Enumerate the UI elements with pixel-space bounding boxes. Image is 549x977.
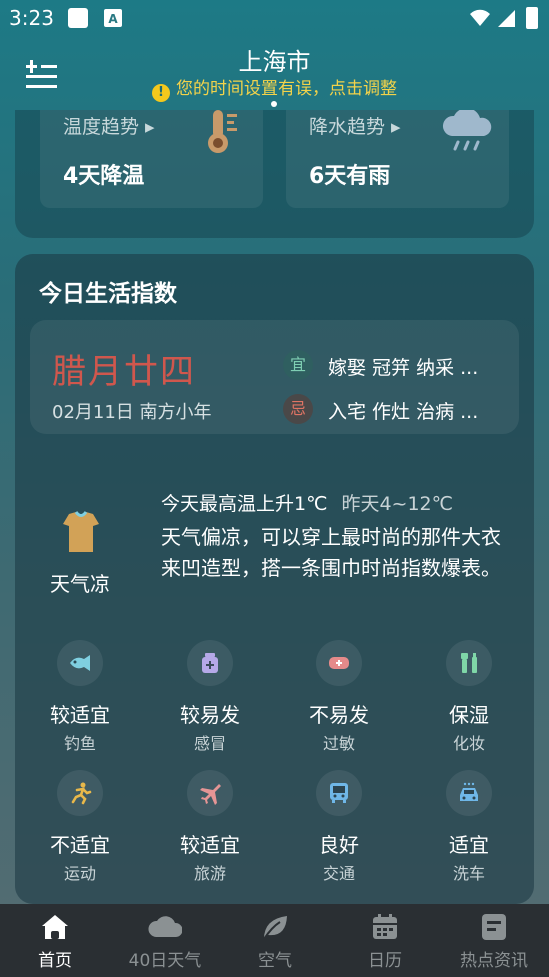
index-name: 过敏: [322, 734, 355, 753]
wifi-icon: [470, 9, 490, 27]
status-bar: 3:23 A: [0, 0, 549, 36]
nav-40day-weather[interactable]: 40日天气: [110, 904, 220, 977]
index-name: 钓鱼: [63, 734, 96, 753]
mask-icon: [329, 657, 349, 669]
temp-yesterday: 昨天4~12℃: [341, 493, 453, 515]
nav-label: 首页: [38, 951, 72, 971]
precipitation-trend-label: 降水趋势 ▸: [309, 116, 401, 138]
clothing-icon: [63, 511, 99, 552]
index-travel[interactable]: 较适宜 旅游: [155, 770, 265, 884]
fish-icon: [70, 655, 90, 671]
index-level: 较适宜: [180, 833, 240, 857]
city-title[interactable]: 上海市: [0, 42, 549, 77]
index-traffic[interactable]: 良好 交通: [284, 770, 394, 884]
temp-today: 今天最高温上升1℃: [161, 493, 328, 515]
rain-cloud-icon: [443, 110, 492, 151]
index-level: 保湿: [449, 703, 489, 727]
time-warning-link[interactable]: ! 您的时间设置有误，点击调整: [0, 74, 549, 102]
cloud-icon: [148, 916, 183, 937]
bottom-navigation: 首页 40日天气 空气 日历 热点资讯: [0, 904, 549, 977]
index-icon-circle: [57, 770, 103, 816]
index-makeup[interactable]: 保湿 化妆: [414, 640, 524, 754]
index-name: 运动: [63, 864, 96, 883]
index-name: 旅游: [193, 864, 226, 883]
nav-label: 日历: [368, 951, 402, 971]
almanac-panel[interactable]: 腊月廿四 02月11日 南方小年 宜 嫁娶 冠笄 纳采 ... 忌 入宅 作灶 …: [30, 320, 519, 434]
index-level: 较适宜: [50, 703, 110, 727]
leaf-icon: [263, 916, 287, 940]
index-cold[interactable]: 较易发 感冒: [155, 640, 265, 754]
temperature-trend-value: 4天降温: [63, 164, 145, 189]
index-name: 洗车: [452, 864, 485, 883]
app-a-icon: A: [104, 9, 122, 27]
index-name: 感冒: [193, 734, 226, 753]
index-level: 适宜: [449, 833, 489, 857]
clothing-label: 天气凉: [50, 572, 110, 596]
index-level: 较易发: [180, 703, 240, 727]
status-time: 3:23: [9, 6, 54, 30]
index-icon-circle: [316, 770, 362, 816]
index-icon-circle: [446, 640, 492, 686]
solar-date: 02月11日 南方小年: [52, 402, 212, 423]
yi-text: 嫁娶 冠笄 纳采 ...: [328, 357, 479, 379]
index-fishing[interactable]: 较适宜 钓鱼: [25, 640, 135, 754]
warning-icon: !: [152, 84, 170, 102]
index-level: 不易发: [309, 703, 369, 727]
index-carwash[interactable]: 适宜 洗车: [414, 770, 524, 884]
index-icon-circle: [57, 640, 103, 686]
precipitation-trend-value: 6天有雨: [309, 164, 391, 189]
index-sport[interactable]: 不适宜 运动: [25, 770, 135, 884]
life-index-card: 今日生活指数 腊月廿四 02月11日 南方小年 宜 嫁娶 冠笄 纳采 ... 忌…: [15, 254, 534, 904]
nav-label: 空气: [258, 951, 292, 971]
index-level: 良好: [319, 833, 359, 857]
index-icon-circle: [187, 640, 233, 686]
index-name: 交通: [322, 864, 355, 883]
temperature-trend[interactable]: 温度趋势 ▸ 4天降温: [40, 110, 263, 208]
index-allergy[interactable]: 不易发 过敏: [284, 640, 394, 754]
cosmetics-icon: [461, 653, 477, 673]
yi-badge: 宜: [283, 350, 313, 380]
time-warning-text: 您的时间设置有误，点击调整: [176, 79, 397, 99]
notification-square-icon: [68, 8, 88, 28]
page-indicator-dot: [271, 101, 277, 107]
car-wash-icon: [460, 782, 478, 801]
bus-icon: [330, 783, 348, 803]
life-index-title: 今日生活指数: [39, 281, 177, 307]
running-icon: [71, 782, 92, 805]
signal-icon: [498, 10, 515, 27]
news-icon: [482, 914, 506, 940]
temperature-compare: 今天最高温上升1℃ 昨天4~12℃: [161, 489, 453, 516]
medicine-bottle-icon: [202, 653, 218, 673]
index-name: 化妆: [452, 734, 485, 753]
temperature-trend-label: 温度趋势 ▸: [63, 116, 155, 138]
index-icon-circle: [316, 640, 362, 686]
index-icon-circle: [187, 770, 233, 816]
thermometer-icon: [208, 110, 237, 153]
header: 上海市 ! 您的时间设置有误，点击调整: [0, 36, 549, 110]
precipitation-trend[interactable]: 降水趋势 ▸ 6天有雨: [286, 110, 509, 208]
home-icon: [42, 915, 68, 939]
ji-text: 入宅 作灶 治病 ...: [328, 401, 479, 423]
nav-home[interactable]: 首页: [0, 904, 110, 977]
clothing-description: 天气偏凉，可以穿上最时尚的那件大衣来凹造型，搭一条围巾时尚指数爆表。: [161, 525, 501, 580]
index-level: 不适宜: [50, 833, 110, 857]
ji-badge: 忌: [283, 394, 313, 424]
nav-label: 40日天气: [128, 951, 202, 971]
nav-calendar[interactable]: 日历: [330, 904, 440, 977]
nav-label: 热点资讯: [460, 951, 528, 971]
trend-card: 温度趋势 ▸ 4天降温 降水趋势 ▸ 6天有雨: [15, 110, 534, 238]
nav-air[interactable]: 空气: [220, 904, 330, 977]
lunar-date: 腊月廿四: [52, 352, 196, 392]
battery-icon: [526, 7, 538, 29]
calendar-icon: [373, 914, 397, 939]
nav-news[interactable]: 热点资讯: [439, 904, 549, 977]
airplane-icon: [200, 784, 221, 805]
index-icon-circle: [446, 770, 492, 816]
